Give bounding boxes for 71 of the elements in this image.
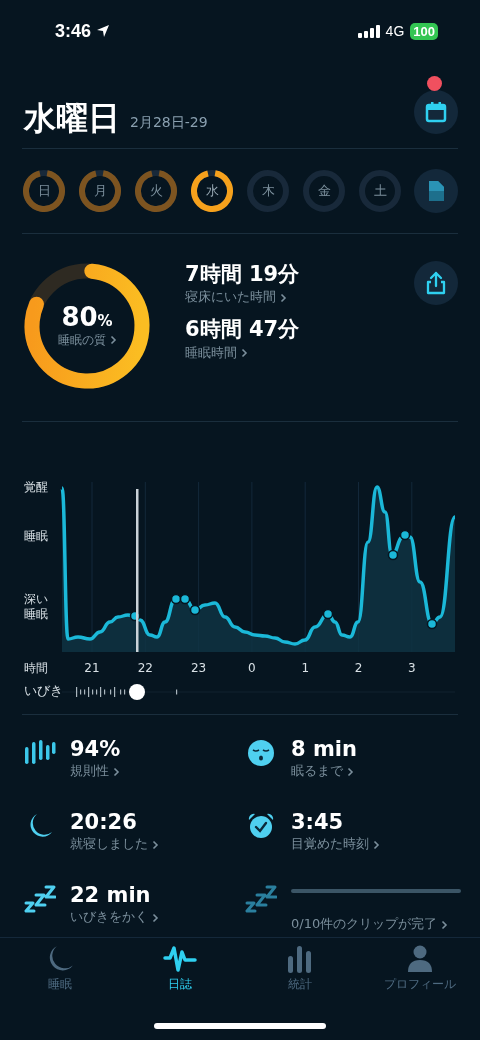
duration-value: 7時間 19分 [185,261,300,288]
stat-value: 22 min [70,883,152,909]
bars-icon [24,739,56,767]
time-tick: 22 [137,661,153,675]
day-ring[interactable]: 水 [190,169,234,213]
chevron-icon [109,335,117,346]
chevron-icon [347,766,354,777]
share-icon [425,271,447,295]
day-ring[interactable]: 月 [78,169,122,213]
stat-value: 3:45 [291,810,345,836]
tab[interactable]: 睡眠 [0,944,120,1004]
chevron-icon [113,766,120,777]
zzz-icon [245,885,277,916]
person-icon [405,944,435,974]
location-icon [96,24,111,38]
chevron-icon [280,292,287,303]
duration-link[interactable]: 睡眠時間 [185,343,300,362]
stat-link[interactable]: 0/10件のクリップが完了 [291,915,461,934]
tab[interactable]: プロフィール [360,944,480,1004]
day-title: 水曜日 [24,102,120,134]
status-time: 3:46 [55,20,92,42]
chevron-icon [441,919,449,930]
time-tick: 1 [301,661,309,675]
tab[interactable]: 統計 [240,944,360,1004]
chevron-icon [152,912,159,923]
time-tick: 3 [408,661,416,675]
axis-label: 時間 [24,661,48,675]
day-ring[interactable]: 木 [246,169,290,213]
scrubber-handle[interactable] [129,684,145,700]
day-ring[interactable]: 火 [134,169,178,213]
signal-icon [357,24,380,38]
stage-label: 深い睡眠 [24,592,49,622]
battery-level: 100 [410,22,438,40]
chevron-icon [152,839,159,850]
tab[interactable]: 日誌 [120,944,240,1004]
snore-label: いびき [24,683,63,698]
time-tick: 2 [354,661,363,675]
stat-link[interactable]: 就寝しました [70,835,245,854]
stage-label: 覚醒 [24,480,49,495]
stat-link[interactable]: 目覚めた時刻 [291,835,461,854]
time-tick: 21 [84,661,100,675]
stage-label: 睡眠 [24,529,49,544]
wave-icon [163,944,197,974]
sleeping-face-icon [245,739,277,767]
duration-link[interactable]: 寝床にいた時間 [185,288,300,307]
day-ring[interactable]: 金 [302,169,346,213]
date-range: 2月28日-29 [130,114,208,132]
stat-value: 8 min [291,737,358,763]
document-icon [427,180,445,202]
share-button[interactable] [414,261,458,305]
quality-value: 80% [61,303,113,332]
calendar-button[interactable] [414,90,458,134]
stat-value: 94% [70,737,122,763]
stat-link[interactable]: 眠るまで [291,762,461,781]
stat-link[interactable]: いびきをかく [70,908,245,927]
network-type: 4G [385,23,405,39]
duration-value: 6時間 47分 [185,316,300,344]
stat-value: 20:26 [70,810,138,836]
zzz-icon [24,885,56,916]
document-button[interactable] [414,169,458,213]
stat-link[interactable]: 規則性 [70,762,245,781]
chevron-icon [373,839,380,850]
day-ring[interactable]: 土 [358,169,402,213]
time-tick: 0 [248,661,256,675]
time-cursor[interactable] [136,489,139,652]
calendar-icon [425,101,447,123]
time-tick: 23 [190,661,207,675]
day-ring[interactable]: 日 [22,169,66,213]
quality-link[interactable]: 睡眠の質 [57,331,117,349]
sleep-quality-ring[interactable]: 80% 睡眠の質 [22,261,152,391]
chevron-icon [241,348,248,359]
